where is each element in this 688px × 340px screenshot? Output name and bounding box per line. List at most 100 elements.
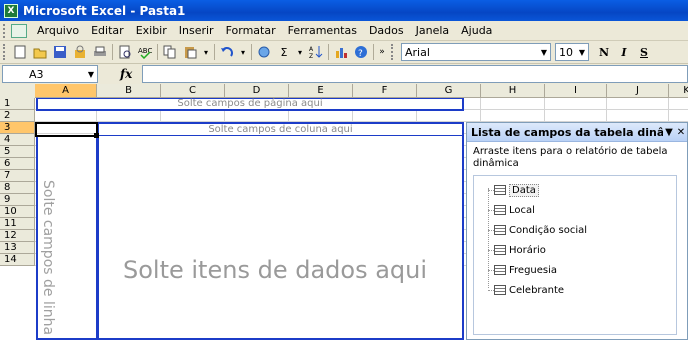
- column-header-f[interactable]: F: [353, 84, 417, 98]
- column-header-i[interactable]: I: [545, 84, 607, 98]
- pivot-field-list-panel: Lista de campos da tabela dinâmica ▼ ✕ A…: [466, 122, 688, 340]
- underline-label: S: [640, 45, 648, 59]
- menu-ajuda[interactable]: Ajuda: [455, 24, 498, 37]
- toolbar-separator: [157, 44, 158, 60]
- close-icon[interactable]: ✕: [675, 127, 687, 138]
- copy-icon[interactable]: [161, 43, 179, 61]
- column-header-j[interactable]: J: [607, 84, 669, 98]
- spelling-icon[interactable]: ABC: [136, 43, 154, 61]
- chart-wizard-icon[interactable]: [332, 43, 350, 61]
- name-box-value: A3: [29, 67, 44, 81]
- row-header-11[interactable]: 11: [0, 218, 35, 230]
- column-header-a[interactable]: A: [35, 84, 97, 98]
- undo-dropdown-icon[interactable]: ▾: [237, 44, 249, 60]
- menu-arquivo[interactable]: Arquivo: [31, 24, 85, 37]
- pivot-field-item[interactable]: Horário: [494, 242, 546, 258]
- font-name-select[interactable]: Arial ▼: [401, 43, 551, 61]
- new-icon[interactable]: [11, 43, 29, 61]
- column-header-g[interactable]: G: [417, 84, 481, 98]
- pivot-field-label: Freguesia: [509, 264, 558, 276]
- pivot-column-drop-zone[interactable]: Solte campos de coluna aqui: [97, 122, 464, 137]
- underline-button[interactable]: S: [635, 43, 653, 61]
- row-header-4[interactable]: 4: [0, 134, 35, 146]
- chevron-down-icon[interactable]: ▼: [538, 44, 550, 60]
- column-header-e[interactable]: E: [289, 84, 353, 98]
- field-icon: [494, 225, 506, 235]
- column-header-c[interactable]: C: [161, 84, 225, 98]
- row-header-2[interactable]: 2: [0, 110, 35, 122]
- name-box[interactable]: A3 ▼: [2, 65, 98, 83]
- pivot-field-label: Data: [509, 183, 539, 197]
- row-header-10[interactable]: 10: [0, 206, 35, 218]
- formatting-toolbar-grip-icon[interactable]: [391, 44, 395, 60]
- menubar-grip-icon[interactable]: [3, 23, 9, 38]
- paste-icon[interactable]: [181, 43, 199, 61]
- italic-button[interactable]: I: [615, 43, 633, 61]
- toolbar-grip-icon[interactable]: [3, 44, 7, 60]
- row-header-14[interactable]: 14: [0, 254, 35, 266]
- excel-app-icon[interactable]: X: [4, 3, 18, 18]
- menu-formatar[interactable]: Formatar: [220, 24, 282, 37]
- pivot-field-item[interactable]: Celebrante: [494, 282, 564, 298]
- insert-function-icon[interactable]: fx: [120, 67, 132, 81]
- bold-button[interactable]: N: [595, 43, 613, 61]
- pivot-field-item[interactable]: Local: [494, 202, 535, 218]
- row-header-3[interactable]: 3: [0, 122, 35, 134]
- help-icon[interactable]: ?: [352, 43, 370, 61]
- formula-input[interactable]: [142, 65, 688, 83]
- print-icon[interactable]: [91, 43, 109, 61]
- field-list-header[interactable]: Lista de campos da tabela dinâmica ▼ ✕: [467, 123, 687, 142]
- autosum-icon[interactable]: Σ: [275, 43, 293, 61]
- print-preview-icon[interactable]: [116, 43, 134, 61]
- tree-line: [488, 188, 489, 288]
- menu-editar[interactable]: Editar: [85, 24, 130, 37]
- open-icon[interactable]: [31, 43, 49, 61]
- chevron-down-icon[interactable]: ▼: [85, 66, 97, 82]
- row-header-6[interactable]: 6: [0, 158, 35, 170]
- menu-ferramentas[interactable]: Ferramentas: [282, 24, 363, 37]
- column-header-b[interactable]: B: [97, 84, 161, 98]
- fill-handle[interactable]: [94, 133, 99, 138]
- save-icon[interactable]: [51, 43, 69, 61]
- font-size-select[interactable]: 10 ▼: [555, 43, 589, 61]
- menu-inserir[interactable]: Inserir: [173, 24, 220, 37]
- row-header-1[interactable]: 1: [0, 98, 35, 110]
- menu-janela[interactable]: Janela: [410, 24, 456, 37]
- pivot-field-item[interactable]: Condição social: [494, 222, 587, 238]
- row-header-5[interactable]: 5: [0, 146, 35, 158]
- menu-exibir[interactable]: Exibir: [130, 24, 173, 37]
- column-header-k[interactable]: K: [669, 84, 688, 98]
- undo-icon[interactable]: [218, 43, 236, 61]
- row-header-13[interactable]: 13: [0, 242, 35, 254]
- hyperlink-icon[interactable]: [255, 43, 273, 61]
- toolbar-options-icon[interactable]: »: [377, 43, 387, 61]
- pivot-field-label: Local: [509, 204, 535, 216]
- row-header-12[interactable]: 12: [0, 230, 35, 242]
- formula-bar: A3 ▼ fx: [0, 64, 688, 84]
- field-icon: [494, 245, 506, 255]
- chevron-down-icon[interactable]: ▼: [576, 44, 588, 60]
- row-header-8[interactable]: 8: [0, 182, 35, 194]
- pivot-data-drop-zone[interactable]: Solte itens de dados aqui: [97, 136, 464, 340]
- title-bar: X Microsoft Excel - Pasta1: [0, 0, 688, 21]
- sort-ascending-icon[interactable]: AZ: [307, 43, 325, 61]
- svg-text:A: A: [309, 46, 314, 53]
- workbook-icon[interactable]: [11, 23, 27, 38]
- autosum-dropdown-icon[interactable]: ▾: [294, 44, 306, 60]
- autosum-label: Σ: [280, 45, 288, 59]
- column-header-d[interactable]: D: [225, 84, 289, 98]
- field-list-title: Lista de campos da tabela dinâmica: [471, 125, 663, 139]
- pivot-field-item[interactable]: Data: [494, 182, 539, 198]
- panel-menu-icon[interactable]: ▼: [663, 127, 675, 138]
- permission-icon[interactable]: [71, 43, 89, 61]
- row-header-9[interactable]: 9: [0, 194, 35, 206]
- menu-dados[interactable]: Dados: [363, 24, 410, 37]
- pivot-page-drop-zone[interactable]: Solte campos de página aqui: [36, 98, 464, 111]
- pivot-field-item[interactable]: Freguesia: [494, 262, 557, 278]
- row-header-7[interactable]: 7: [0, 170, 35, 182]
- column-header-h[interactable]: H: [481, 84, 545, 98]
- italic-label: I: [621, 45, 627, 59]
- paste-dropdown-icon[interactable]: ▾: [200, 44, 212, 60]
- active-cell-a3[interactable]: [35, 122, 98, 137]
- field-icon: [494, 205, 506, 215]
